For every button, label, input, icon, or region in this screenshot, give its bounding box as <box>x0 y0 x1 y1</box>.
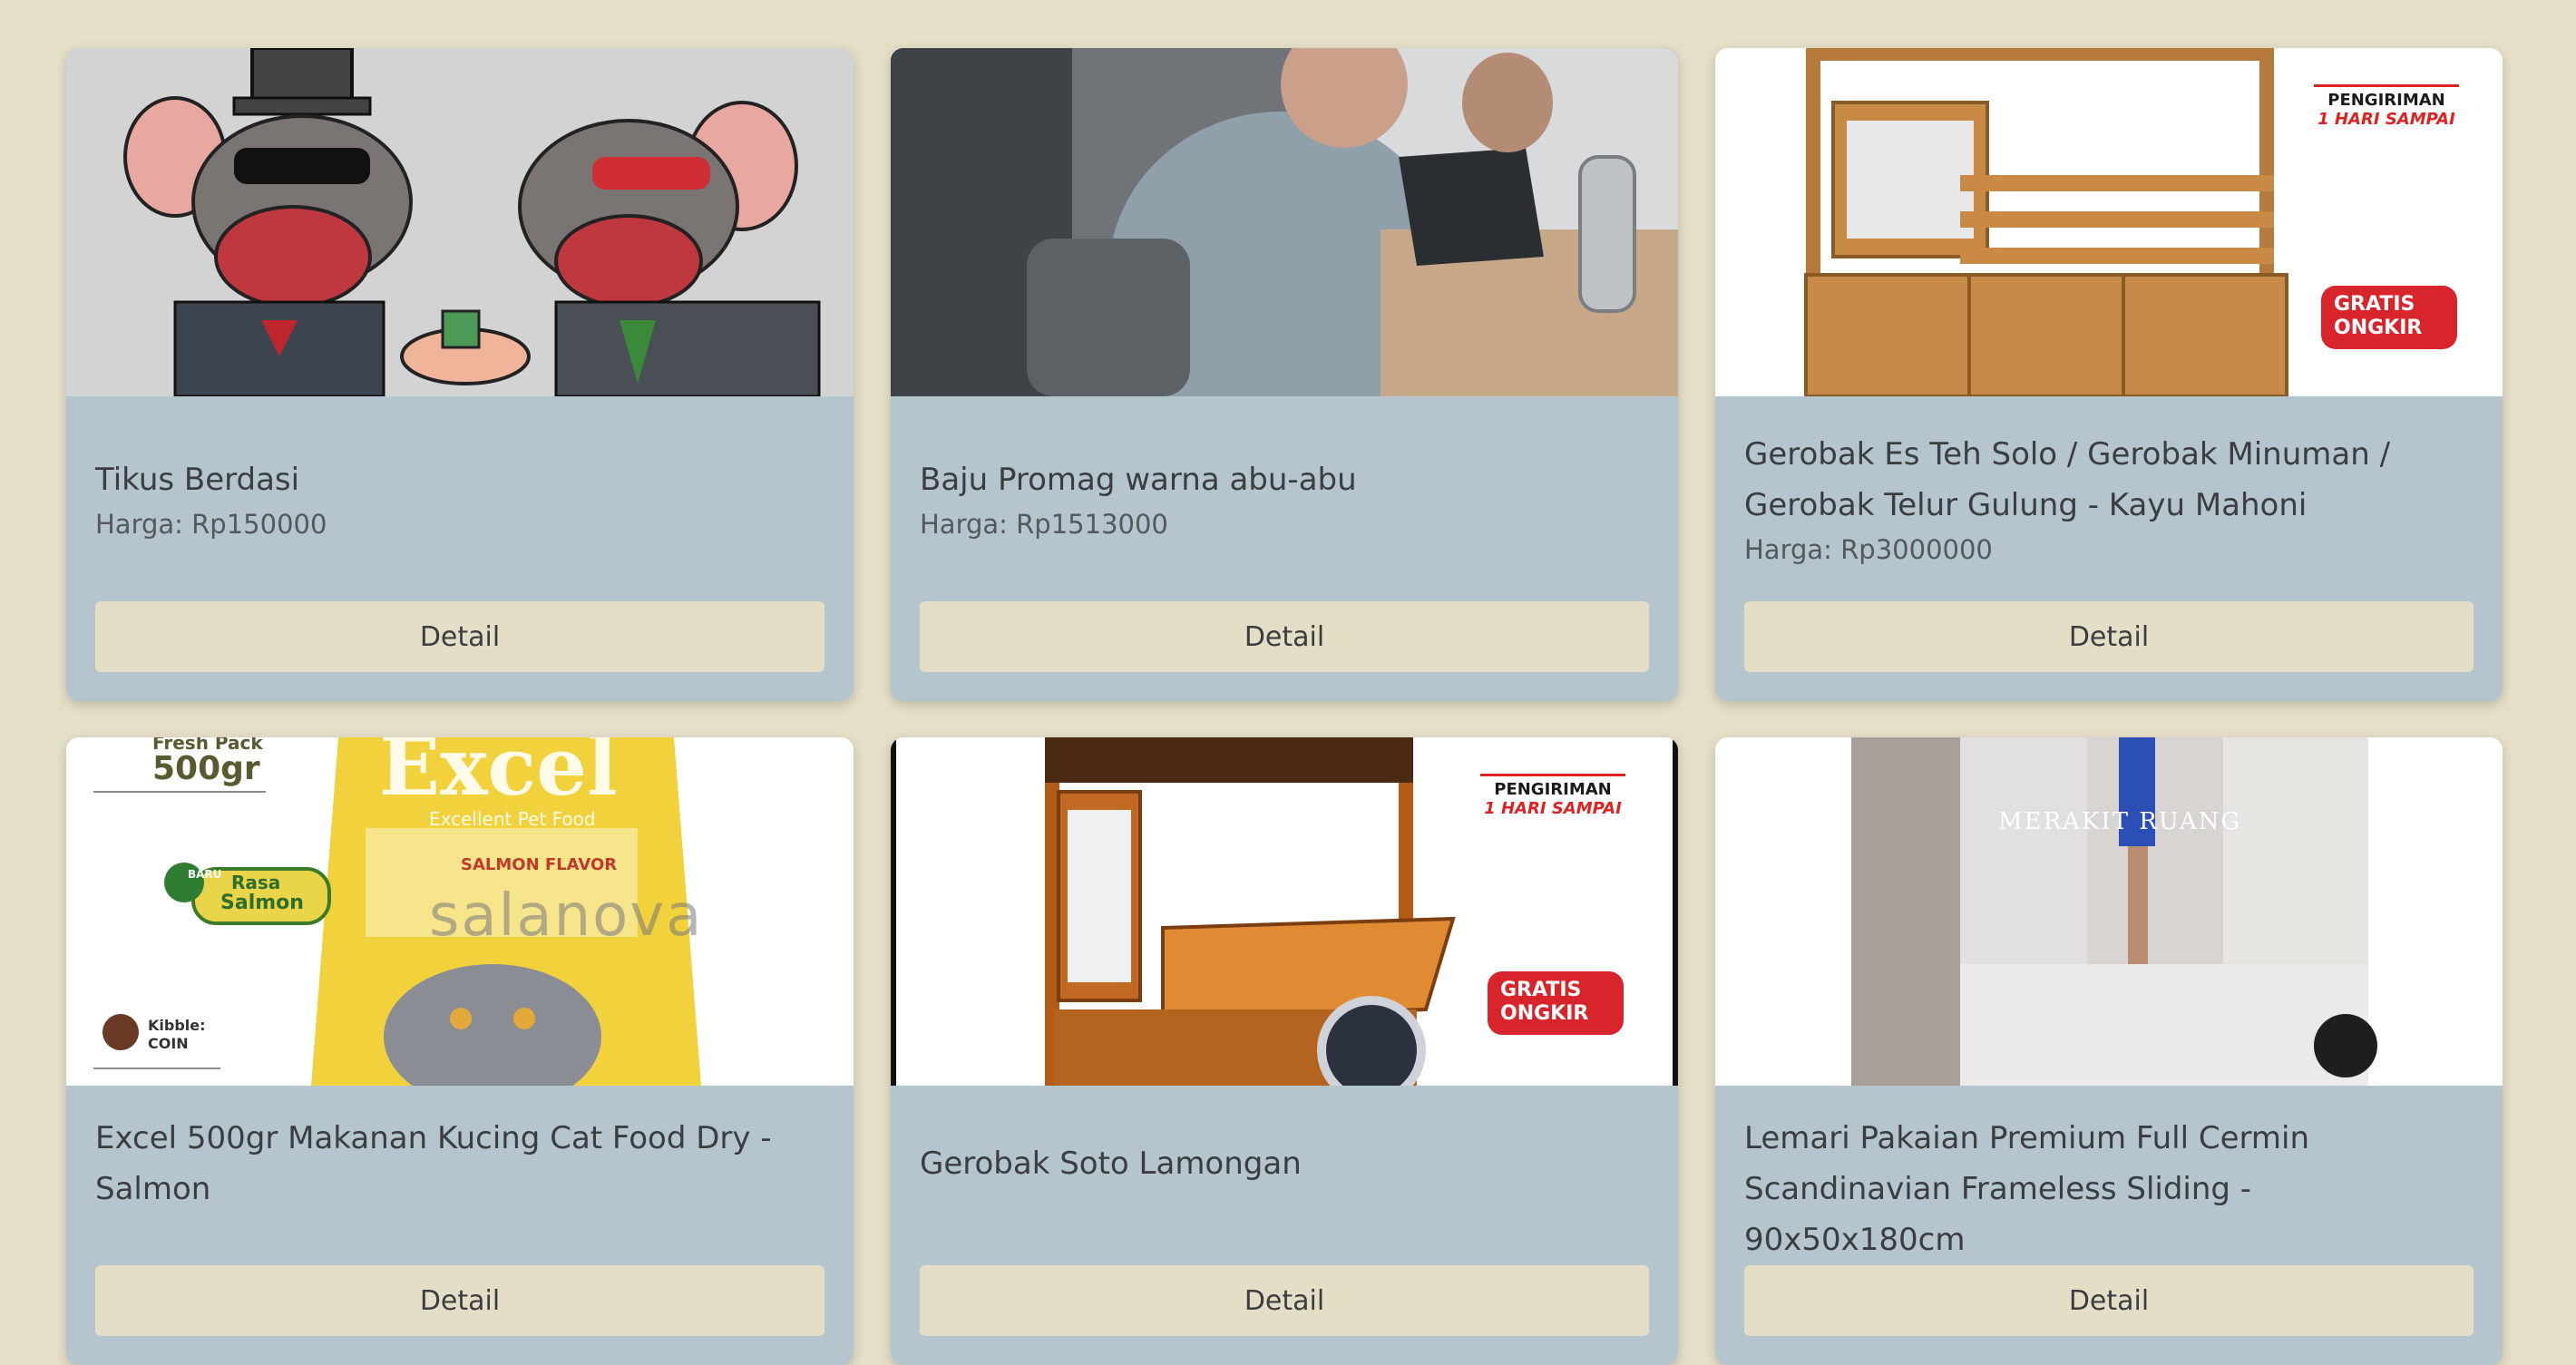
card-body: Excel 500gr Makanan Kucing Cat Food Dry … <box>66 1086 854 1365</box>
product-card: MERAKIT RUANG Lemari Pakaian Premium Ful… <box>1715 737 2503 1365</box>
watermark: salanova <box>429 882 704 950</box>
product-card: Baju Promag warna abu-abu Harga: Rp15130… <box>891 48 1678 701</box>
card-text: Tikus Berdasi Harga: Rp150000 <box>95 396 825 601</box>
image-label: Excel <box>379 737 618 814</box>
product-title: Lemari Pakaian Premium Full Cermin Scand… <box>1744 1120 2310 1258</box>
detail-button[interactable]: Detail <box>95 601 825 672</box>
product-price: Harga: Rp150000 <box>95 509 327 540</box>
product-title: Baju Promag warna abu-abu <box>920 462 1357 498</box>
detail-button[interactable]: Detail <box>1744 1265 2474 1336</box>
rats-illustration <box>66 48 854 396</box>
badge-line: 1 HARI SAMPAI <box>2317 110 2455 129</box>
card-body: Tikus Berdasi Harga: Rp150000 Detail <box>66 396 854 701</box>
card-text: Excel 500gr Makanan Kucing Cat Food Dry … <box>95 1086 825 1265</box>
detail-button[interactable]: Detail <box>920 601 1649 672</box>
shipping-badge: PENGIRIMAN 1 HARI SAMPAI <box>1480 774 1625 818</box>
card-body: Baju Promag warna abu-abu Harga: Rp15130… <box>891 396 1678 701</box>
badge-line: PENGIRIMAN <box>1480 774 1625 799</box>
badge-line: GRATIS <box>1500 979 1582 1001</box>
card-text: Baju Promag warna abu-abu Harga: Rp15130… <box>920 396 1649 601</box>
product-price: Harga: Rp3000000 <box>1744 534 1993 565</box>
image-label: SALMON FLAVOR <box>461 855 618 874</box>
product-image[interactable]: MERAKIT RUANG <box>1715 737 2503 1086</box>
product-price: Harga: Rp1513000 <box>920 509 1168 540</box>
product-image[interactable] <box>891 48 1678 396</box>
card-text: Gerobak Soto Lamongan <box>920 1086 1649 1265</box>
product-card: Tikus Berdasi Harga: Rp150000 Detail <box>66 48 854 701</box>
image-label: Kibble: <box>148 1017 206 1034</box>
product-title: Gerobak Soto Lamongan <box>920 1146 1302 1182</box>
product-card: PENGIRIMAN 1 HARI SAMPAI GRATIS ONGKIR G… <box>891 737 1678 1365</box>
card-text: Lemari Pakaian Premium Full Cermin Scand… <box>1744 1086 2474 1265</box>
product-grid: Tikus Berdasi Harga: Rp150000 Detail Baj… <box>66 48 2503 1365</box>
card-body: Gerobak Es Teh Solo / Gerobak Minuman / … <box>1715 396 2503 701</box>
product-card: PENGIRIMAN 1 HARI SAMPAI GRATIS ONGKIR G… <box>1715 48 2503 701</box>
badge-line: ONGKIR <box>2334 317 2423 339</box>
image-label: Rasa <box>231 872 281 893</box>
image-label: Salmon <box>220 892 304 914</box>
product-title: Excel 500gr Makanan Kucing Cat Food Dry … <box>95 1120 772 1207</box>
card-body: Lemari Pakaian Premium Full Cermin Scand… <box>1715 1086 2503 1365</box>
card-body: Gerobak Soto Lamongan Detail <box>891 1086 1678 1365</box>
image-label: Excellent Pet Food <box>429 808 596 830</box>
detail-button[interactable]: Detail <box>95 1265 825 1336</box>
wardrobe-photo <box>1715 737 2503 1086</box>
product-image[interactable] <box>66 48 854 396</box>
shipping-badge: PENGIRIMAN 1 HARI SAMPAI <box>2314 84 2459 129</box>
product-image[interactable]: PENGIRIMAN 1 HARI SAMPAI GRATIS ONGKIR <box>891 737 1678 1086</box>
free-shipping-badge: GRATIS ONGKIR <box>2321 286 2457 349</box>
badge-line: GRATIS <box>2334 293 2415 316</box>
product-image[interactable]: Fresh Pack 500gr Excel Excellent Pet Foo… <box>66 737 854 1086</box>
image-label: 500gr <box>152 750 260 787</box>
image-label: BARU <box>188 868 222 881</box>
badge-line: 1 HARI SAMPAI <box>1484 799 1622 818</box>
detail-button[interactable]: Detail <box>920 1265 1649 1336</box>
product-card: Fresh Pack 500gr Excel Excellent Pet Foo… <box>66 737 854 1365</box>
badge-line: ONGKIR <box>1500 1002 1589 1025</box>
product-image[interactable]: PENGIRIMAN 1 HARI SAMPAI GRATIS ONGKIR <box>1715 48 2503 396</box>
badge-line: PENGIRIMAN <box>2314 84 2459 110</box>
card-text: Gerobak Es Teh Solo / Gerobak Minuman / … <box>1744 396 2474 601</box>
detail-button[interactable]: Detail <box>1744 601 2474 672</box>
office-photo <box>891 48 1678 396</box>
product-title: Gerobak Es Teh Solo / Gerobak Minuman / … <box>1744 436 2391 523</box>
watermark: MERAKIT RUANG <box>1998 808 2242 835</box>
image-label: COIN <box>148 1035 189 1052</box>
product-title: Tikus Berdasi <box>95 462 300 498</box>
free-shipping-badge: GRATIS ONGKIR <box>1488 971 1624 1035</box>
